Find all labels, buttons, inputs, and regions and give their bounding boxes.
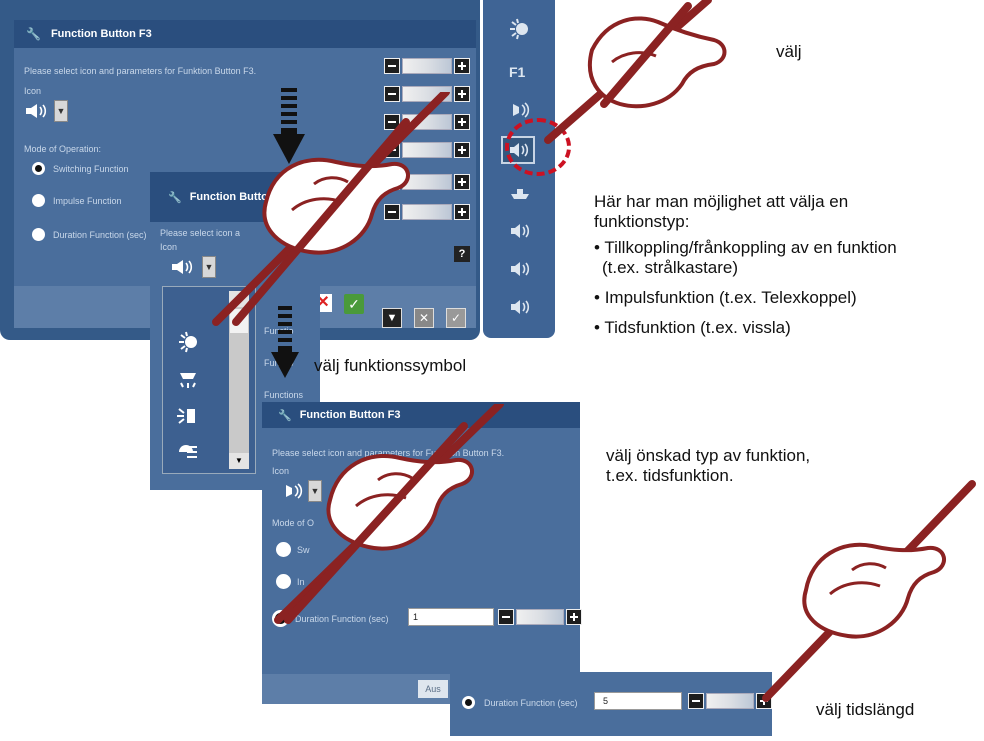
bullet-text: Tillkoppling/frånkoppling av en funktion: [604, 238, 897, 257]
horn-icon[interactable]: [509, 222, 531, 240]
plus-button[interactable]: [454, 58, 470, 74]
intro-line: Här har man möjlighet att välja en: [594, 192, 849, 211]
option-label: Impulse Function: [53, 195, 122, 206]
bullet-item: • Tidsfunktion (t.ex. vissla): [594, 318, 791, 337]
slider-track[interactable]: [706, 693, 754, 709]
bullet-item: • Tillkoppling/frånkoppling av en funkti…: [594, 238, 897, 257]
annotation-line: välj önskad typ av funktion,: [606, 446, 811, 465]
dialog-title: Function Button F3: [50, 28, 152, 40]
icon-label: Icon: [160, 242, 178, 252]
minus-button[interactable]: [384, 58, 400, 74]
horn-icon: [172, 260, 193, 274]
light-icon[interactable]: [175, 441, 201, 463]
option-switching[interactable]: Switching Function: [32, 162, 129, 175]
wrench-icon: 🔧: [26, 27, 41, 41]
light-icon[interactable]: [175, 405, 201, 427]
scroll-down-button[interactable]: ▼: [229, 453, 249, 469]
plus-button[interactable]: [566, 609, 582, 625]
bullet-text: Impulsfunktion (t.ex. Telexkoppel): [604, 288, 857, 307]
hand-pointer-illustration: [212, 92, 450, 326]
light-icon[interactable]: [507, 18, 531, 40]
option-label: Duration Function (sec): [53, 229, 147, 240]
annotation-valj-tidslangd: välj tidslängd: [816, 700, 915, 719]
horn-icon[interactable]: [509, 260, 531, 278]
icon-label: Icon: [24, 86, 42, 96]
plus-button[interactable]: [454, 174, 470, 190]
footer-button[interactable]: Aus: [418, 680, 448, 698]
ship-icon[interactable]: [509, 186, 531, 200]
annotation-intro: Här har man möjlighet att välja en funkt…: [594, 192, 984, 338]
plus-button[interactable]: [454, 86, 470, 102]
annotation-valj: välj: [776, 42, 802, 61]
dropdown-arrow-icon[interactable]: ▼: [54, 100, 68, 122]
horn-icon: [26, 104, 47, 118]
intro-line: funktionstyp:: [594, 212, 690, 231]
f1-icon[interactable]: F1: [509, 64, 525, 80]
annotation-valj-typ: välj önskad typ av funktion, t.ex. tidsf…: [606, 446, 810, 486]
radio-duration[interactable]: [32, 228, 45, 241]
radio-switching[interactable]: [32, 162, 45, 175]
icon-select[interactable]: ▼: [24, 100, 68, 122]
dialog-instruction: Please select icon and parameters for Fu…: [24, 66, 257, 76]
hidden-option-text: Functions: [264, 390, 304, 400]
minus-button[interactable]: [688, 693, 704, 709]
duration-input[interactable]: 5: [594, 692, 682, 710]
bullet-text: Tidsfunktion (t.ex. vissla): [604, 318, 791, 337]
bell-icon[interactable]: [509, 100, 531, 120]
help-icon[interactable]: ?: [454, 246, 470, 262]
bullet-text-continued: (t.ex. strålkastare): [602, 258, 739, 277]
plus-button[interactable]: [454, 142, 470, 158]
slider-track[interactable]: [402, 58, 452, 74]
annotation-valj-funktionssymbol: välj funktionssymbol: [314, 356, 467, 375]
hand-pointer-illustration: [544, 0, 727, 144]
slider-track[interactable]: [516, 609, 564, 625]
radio-duration[interactable]: [462, 696, 475, 709]
option-impulse[interactable]: Impulse Function: [32, 194, 122, 207]
option-label: Duration Function (sec): [484, 698, 578, 708]
light-icon[interactable]: [175, 367, 201, 389]
radio-impulse[interactable]: [32, 194, 45, 207]
bullet-item: • Impulsfunktion (t.ex. Telexkoppel): [594, 288, 857, 307]
dialog-titlebar: 🔧 Function Button F3: [14, 20, 476, 48]
hand-pointer-illustration: [274, 404, 504, 624]
annotation-line: t.ex. tidsfunktion.: [606, 466, 734, 485]
option-label: Switching Function: [53, 163, 129, 174]
plus-button[interactable]: [454, 114, 470, 130]
duration-value: 5: [603, 696, 609, 706]
option-duration[interactable]: Duration Function (sec): [32, 228, 147, 241]
plus-button[interactable]: [454, 204, 470, 220]
mode-label: Mode of Operation:: [24, 144, 102, 154]
duration-strip: Duration Function (sec) 5: [450, 672, 772, 736]
hand-pointer-illustration: [762, 480, 976, 702]
wrench-icon: 🔧: [168, 191, 182, 204]
horn-icon[interactable]: [509, 298, 531, 316]
